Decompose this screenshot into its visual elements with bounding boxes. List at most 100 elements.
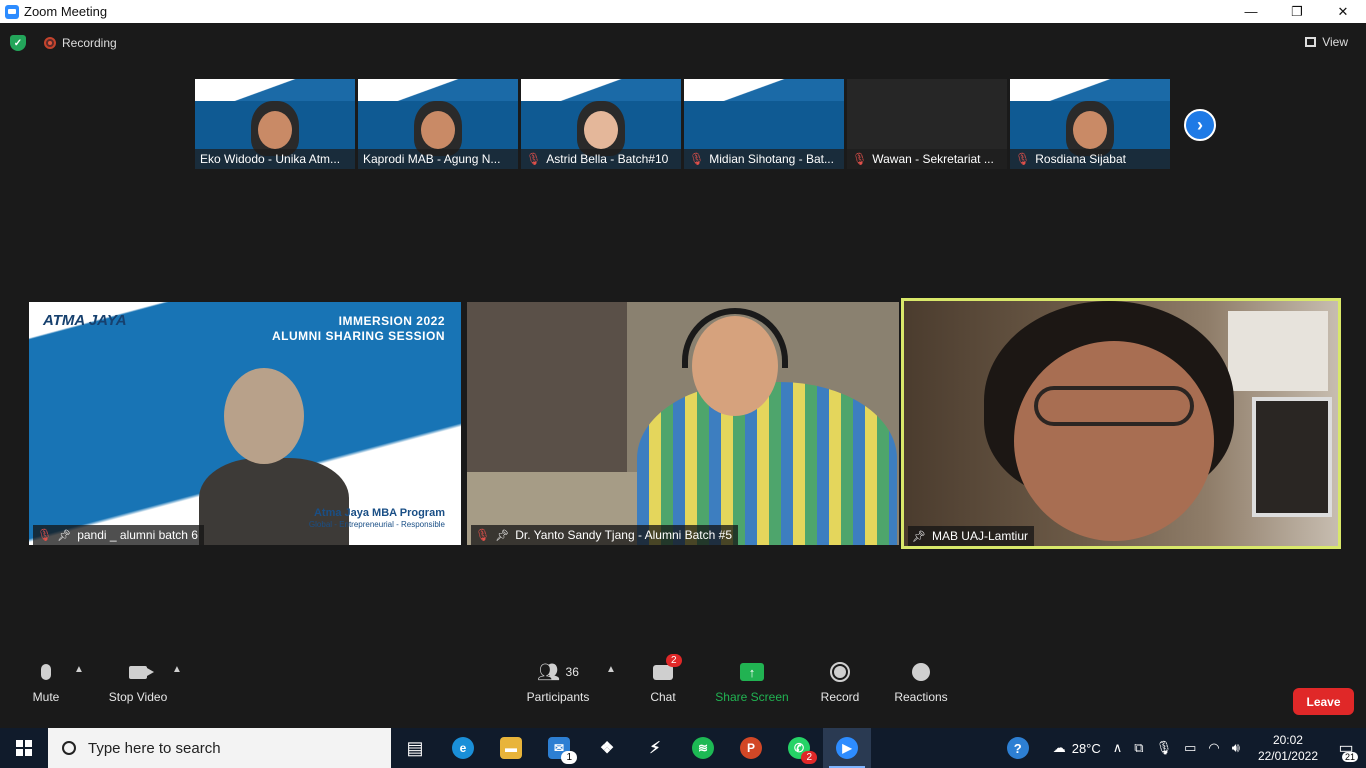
muted-mic-icon: 🎙︎ — [37, 528, 53, 542]
spotify-icon[interactable]: ≋ — [679, 728, 727, 768]
clock[interactable]: 20:02 22/01/2022 — [1258, 732, 1318, 764]
clock-time: 20:02 — [1272, 733, 1303, 747]
participant-thumbnail[interactable]: 🎙︎ Wawan - Sekretariat ... — [847, 79, 1007, 169]
lightning-app-icon[interactable]: ⚡︎ — [631, 728, 679, 768]
mail-badge: 1 — [561, 751, 577, 764]
battery-icon[interactable]: ▭ — [1184, 740, 1196, 756]
powerpoint-icon[interactable]: P — [727, 728, 775, 768]
view-label: View — [1322, 35, 1348, 49]
taskbar-search-box[interactable]: Type here to search — [48, 728, 391, 768]
weather-cloud-icon[interactable]: ☁ — [1053, 740, 1066, 756]
minimize-button[interactable]: — — [1228, 0, 1274, 23]
windows-logo-icon — [16, 740, 32, 756]
mail-icon[interactable]: ✉ 1 — [535, 728, 583, 768]
pin-icon: 📌︎ — [912, 530, 926, 543]
participants-options-caret-icon[interactable]: ▲ — [606, 664, 616, 675]
record-button[interactable]: Record — [816, 652, 864, 704]
dropbox-icon[interactable]: ❖ — [583, 728, 631, 768]
participant-name: Kaprodi MAB - Agung N... — [363, 152, 501, 166]
participant-label: 📌︎ MAB UAJ-Lamtiur — [908, 526, 1034, 546]
meet-now-icon[interactable]: ⧉ — [1134, 740, 1143, 756]
chat-button[interactable]: 2 Chat — [640, 652, 686, 704]
edge-browser-icon[interactable]: e — [439, 728, 487, 768]
participant-name: Eko Widodo - Unika Atm... — [200, 152, 341, 166]
file-explorer-icon[interactable]: ▬ — [487, 728, 535, 768]
microphone-tray-icon[interactable]: 🎙︎ — [1156, 740, 1173, 756]
video-tile[interactable]: ATMA JAYA IMMERSION 2022 ALUMNI SHARING … — [29, 302, 461, 545]
thumbnail-strip: Eko Widodo - Unika Atm... Kaprodi MAB - … — [195, 79, 1170, 169]
reactions-button[interactable]: Reactions — [892, 652, 950, 704]
slide-title-line2: ALUMNI SHARING SESSION — [271, 329, 445, 343]
participant-name: Midian Sihotang - Bat... — [709, 152, 834, 166]
view-button[interactable]: View — [1305, 35, 1348, 49]
muted-mic-icon: 🎙︎ — [689, 152, 705, 166]
search-placeholder: Type here to search — [88, 739, 221, 757]
stop-video-button[interactable]: Stop Video — [104, 652, 172, 704]
reactions-label: Reactions — [894, 690, 948, 704]
participant-thumbnail[interactable]: 🎙︎ Astrid Bella - Batch#10 — [521, 79, 681, 169]
share-screen-icon: ↑ — [740, 663, 764, 681]
share-screen-label: Share Screen — [715, 690, 789, 704]
whatsapp-icon[interactable]: ✆ 2 — [775, 728, 823, 768]
reactions-smiley-icon — [912, 663, 930, 681]
slide-program: Atma Jaya MBA Program Global - Entrepren… — [309, 507, 445, 531]
recording-label: Recording — [62, 36, 117, 50]
volume-icon[interactable]: 🔊︎ — [1232, 740, 1240, 756]
video-options-caret-icon[interactable]: ▲ — [172, 664, 182, 675]
participants-label: Participants — [526, 690, 590, 704]
search-icon — [62, 741, 76, 755]
slide-logo: ATMA JAYA — [43, 312, 127, 329]
audio-options-caret-icon[interactable]: ▲ — [74, 664, 84, 675]
participants-button[interactable]: 👥︎ 36 Participants — [522, 652, 594, 705]
participants-icon: 👥︎ — [537, 661, 560, 682]
participant-thumbnail[interactable]: Eko Widodo - Unika Atm... — [195, 79, 355, 169]
slide-tagline: Global - Entrepreneurial - Responsible — [308, 520, 445, 529]
mute-label: Mute — [32, 690, 60, 704]
share-screen-button[interactable]: ↑ Share Screen — [712, 652, 792, 704]
show-hidden-icons-chevron-icon[interactable]: ∧ — [1113, 740, 1123, 756]
leave-button[interactable]: Leave — [1293, 688, 1354, 715]
participant-name: Dr. Yanto Sandy Tjang - Alumni Batch #5 — [515, 528, 732, 542]
title-bar: Zoom Meeting — ❐ ✕ — [0, 0, 1366, 23]
slide-title: IMMERSION 2022 ALUMNI SHARING SESSION — [272, 314, 445, 344]
active-speaker-video-tile[interactable]: 📌︎ MAB UAJ-Lamtiur — [901, 298, 1341, 549]
muted-mic-icon: 🎙︎ — [1015, 152, 1031, 166]
pin-icon: 📌︎ — [57, 529, 72, 542]
start-button[interactable] — [0, 728, 48, 768]
participant-thumbnail[interactable]: 🎙︎ Rosdiana Sijabat — [1010, 79, 1170, 169]
slide-title-line1: IMMERSION 2022 — [338, 314, 445, 328]
chat-label: Chat — [650, 690, 676, 704]
chat-unread-badge: 2 — [666, 654, 682, 667]
wifi-icon[interactable]: ◠ — [1208, 740, 1219, 756]
participant-thumbnail[interactable]: 🎙︎ Midian Sihotang - Bat... — [684, 79, 844, 169]
slide-program-name: Atma Jaya MBA Program — [313, 507, 445, 519]
security-shield-icon[interactable]: ✓ — [10, 35, 26, 51]
video-tile[interactable]: 🎙︎ 📌︎ Dr. Yanto Sandy Tjang - Alumni Bat… — [467, 302, 899, 545]
participant-name: Rosdiana Sijabat — [1035, 152, 1126, 166]
mute-button[interactable]: Mute — [26, 652, 66, 704]
participant-thumbnail[interactable]: Kaprodi MAB - Agung N... — [358, 79, 518, 169]
zoom-taskbar-icon[interactable]: ▶ — [823, 728, 871, 768]
task-view-icon[interactable]: ▤ — [391, 728, 439, 768]
zoom-app-icon — [5, 4, 19, 19]
meeting-area: ✓ Recording View Eko Widodo - Unika Atm.… — [0, 23, 1366, 728]
weather-temperature[interactable]: 28°C — [1072, 741, 1101, 756]
notifications-icon[interactable]: ▭ 21 — [1326, 728, 1366, 768]
stop-video-label: Stop Video — [108, 690, 168, 704]
participant-name: Wawan - Sekretariat ... — [872, 152, 994, 166]
close-button[interactable]: ✕ — [1320, 0, 1366, 23]
meeting-toolbar: Mute ▲ Stop Video ▲ 👥︎ 36 Participants ▲… — [0, 652, 1366, 728]
next-page-chevron-icon[interactable]: › — [1184, 109, 1216, 141]
muted-mic-icon: 🎙︎ — [526, 152, 542, 166]
gallery-view-icon — [1305, 37, 1317, 47]
participant-label: 🎙︎ 📌︎ Dr. Yanto Sandy Tjang - Alumni Bat… — [471, 525, 738, 545]
participant-name: Astrid Bella - Batch#10 — [546, 152, 669, 166]
clock-date: 22/01/2022 — [1257, 749, 1318, 763]
muted-mic-icon: 🎙︎ — [475, 528, 491, 542]
help-icon[interactable]: ? — [1006, 737, 1029, 759]
record-icon — [830, 662, 850, 682]
restore-button[interactable]: ❐ — [1274, 0, 1320, 23]
record-label: Record — [820, 690, 860, 704]
microphone-icon — [41, 664, 51, 680]
recording-indicator[interactable]: Recording — [44, 36, 117, 50]
